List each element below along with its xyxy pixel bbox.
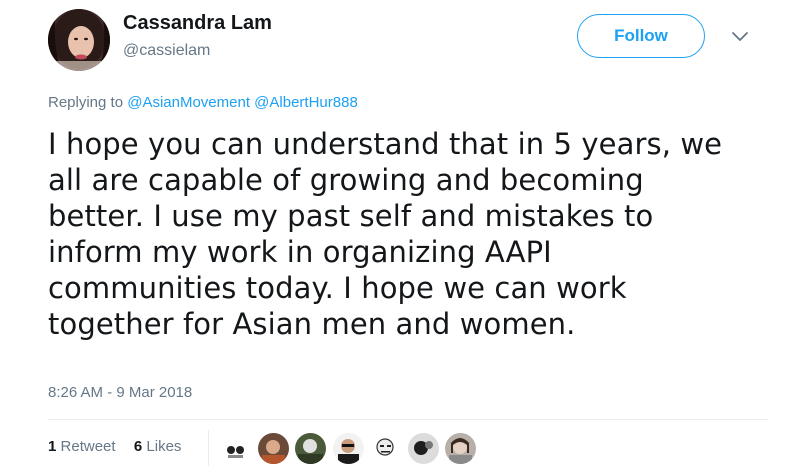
liker-avatar-image: [445, 433, 476, 464]
follow-button-label: Follow: [614, 26, 668, 45]
stats-separator: [208, 430, 209, 466]
liker-avatar[interactable]: [445, 433, 476, 464]
liker-avatar-image: [258, 433, 289, 464]
mention-link[interactable]: @AlbertHur888: [254, 94, 358, 111]
retweets-stat[interactable]: 1 Retweet: [48, 438, 120, 455]
liker-avatar[interactable]: [258, 433, 289, 464]
replying-to: Replying to @AsianMovement @AlbertHur888: [48, 94, 358, 111]
likes-stat[interactable]: 6 Likes: [134, 438, 182, 455]
liker-avatar[interactable]: [295, 433, 326, 464]
tweet-card: Cassandra Lam @cassielam Follow Replying…: [0, 0, 800, 475]
likes-count: 6: [133, 438, 143, 455]
liker-avatar-image: [370, 433, 401, 464]
tweet-timestamp[interactable]: 8:26 AM - 9 Mar 2018: [48, 384, 192, 401]
tweet-menu-button[interactable]: [728, 24, 752, 48]
liker-avatar[interactable]: [333, 433, 364, 464]
liker-avatar-image: [295, 433, 326, 464]
tweet-stats: 1 Retweet 6 Likes: [48, 438, 181, 455]
author-display-name[interactable]: Cassandra Lam: [123, 12, 272, 35]
mention-link[interactable]: @AsianMovement: [127, 94, 250, 111]
replying-to-label: Replying to: [48, 94, 124, 111]
liker-avatar-image: [220, 433, 251, 464]
follow-button[interactable]: Follow: [577, 14, 705, 58]
liker-avatar[interactable]: [370, 433, 401, 464]
divider: [48, 419, 768, 420]
avatar-image: [48, 9, 110, 71]
chevron-down-icon: [732, 32, 748, 41]
tweet-text: I hope you can understand that in 5 year…: [48, 127, 723, 341]
liker-avatar-image: [333, 433, 364, 464]
liker-avatar-image: [408, 433, 439, 464]
liker-avatar[interactable]: [220, 433, 251, 464]
retweet-count: 1: [48, 438, 57, 455]
likes-label: Likes: [146, 438, 182, 455]
liker-avatar[interactable]: [408, 433, 439, 464]
retweet-label: Retweet: [60, 438, 116, 455]
author-handle[interactable]: @cassielam: [123, 42, 210, 60]
author-avatar[interactable]: [48, 9, 110, 71]
